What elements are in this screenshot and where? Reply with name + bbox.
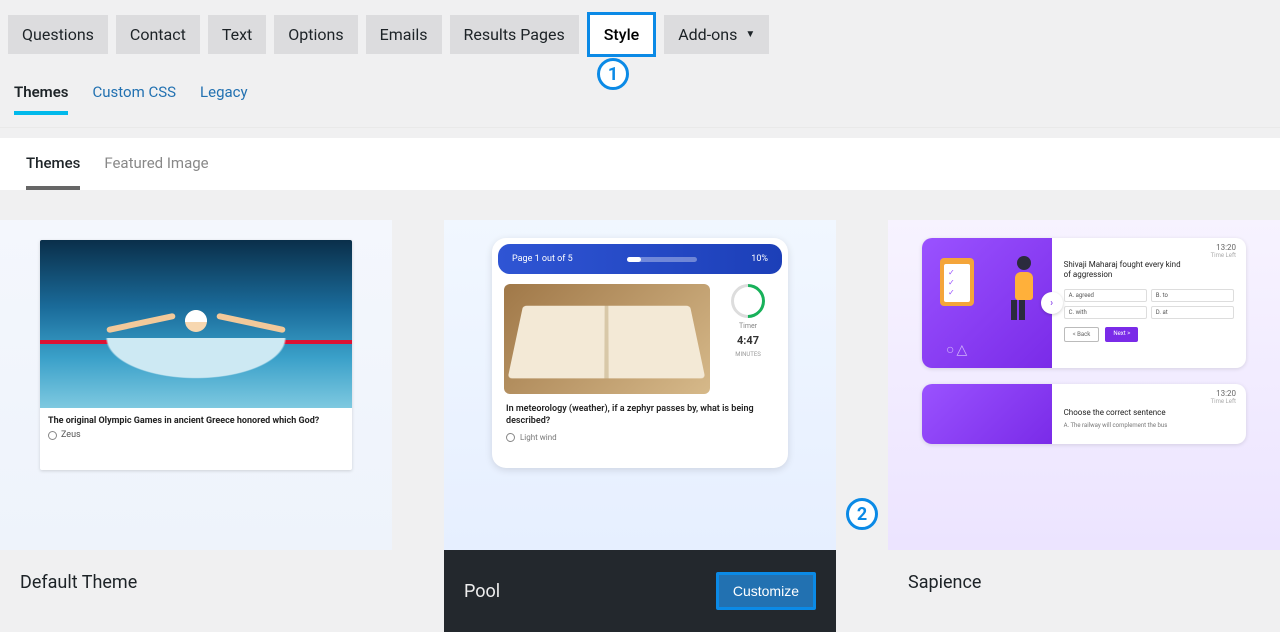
theme-card-pool[interactable]: Page 1 out of 5 10% Timer 4:47 MINUTES I… [444,220,836,550]
shapes-icon: ○△ [946,341,969,358]
theme-card-sapience[interactable]: ○△ › 13:20Time Left Shivaji Maharaj foug… [888,220,1280,550]
customize-button[interactable]: Customize [716,572,816,610]
preview-option: A. agreed [1064,289,1147,302]
preview-option: Zeus [40,426,352,444]
preview-time: 13:20Time Left [1211,244,1236,259]
theme-preview-default: The original Olympic Games in ancient Gr… [0,220,392,550]
timer-value: 4:47 [737,334,759,347]
preview-question-text: In meteorology (weather), if a zephyr pa… [492,404,788,427]
panel-tab-bar: Themes Featured Image [0,138,1280,190]
theme-title-sapience: Sapience [888,550,1280,615]
progress-bar-icon [627,257,697,262]
preview-option: D. at [1151,306,1234,319]
back-button: < Back [1064,327,1100,342]
subtab-themes[interactable]: Themes [14,83,68,115]
tab-style[interactable]: Style [587,12,657,57]
preview-percent: 10% [751,254,768,264]
preview-option: Light wind [492,427,788,448]
preview-progress-header: Page 1 out of 5 10% [498,244,782,274]
annotation-2: 2 [846,498,878,530]
sapience-preview-card-2: 13:20Time Left Choose the correct senten… [922,384,1246,444]
theme-title-default: Default Theme [0,550,392,615]
chevron-down-icon: ▼ [745,29,755,40]
preview-question-text: Shivaji Maharaj fought every kind of agg… [1064,260,1184,281]
tab-emails[interactable]: Emails [366,15,442,54]
preview-option: A. The railway will complement the bus [1064,422,1234,429]
subtab-custom-css[interactable]: Custom CSS [92,83,176,115]
panel-tab-themes[interactable]: Themes [26,154,80,190]
theme-title-pool: Pool [464,581,500,602]
radio-icon [506,433,515,442]
timer-unit: MINUTES [735,351,761,358]
clipboard-icon [940,258,974,306]
preview-nav: < Back Next > [1064,327,1234,342]
main-tab-bar: Questions Contact Text Options Emails Re… [0,0,1280,65]
theme-card-grid: The original Olympic Games in ancient Gr… [0,190,1280,550]
next-button: Next > [1105,327,1138,342]
theme-preview-sapience: ○△ › 13:20Time Left Shivaji Maharaj foug… [888,220,1280,550]
tab-addons[interactable]: Add-ons ▼ [664,15,769,54]
preview-options: A. agreed B. to C. with D. at [1064,289,1234,319]
tab-text[interactable]: Text [208,15,266,54]
preview-option: B. to [1151,289,1234,302]
preview-option-label: Zeus [61,430,81,440]
theme-card-default[interactable]: The original Olympic Games in ancient Gr… [0,220,392,550]
subtab-legacy[interactable]: Legacy [200,83,248,115]
sapience-preview-card-1: ○△ › 13:20Time Left Shivaji Maharaj foug… [922,238,1246,368]
tab-addons-label: Add-ons [678,25,737,44]
preview-question-text: The original Olympic Games in ancient Gr… [40,408,352,426]
book-image [504,284,710,394]
theme-footer-pool: Pool Customize [444,550,836,632]
timer-ring-icon [724,277,772,325]
themes-panel: Themes Featured Image [0,138,1280,190]
swimmer-image [40,240,352,408]
panel-tab-featured-image[interactable]: Featured Image [104,154,208,190]
style-subtabs: Themes Custom CSS Legacy [0,65,1280,128]
timer-label: Timer [739,322,757,330]
annotation-1: 1 [597,58,629,90]
preview-option-label: Light wind [520,433,557,442]
preview-timer: Timer 4:47 MINUTES [720,284,776,394]
preview-time: 13:20Time Left [1211,390,1236,405]
person-icon [1010,256,1038,316]
preview-option: C. with [1064,306,1147,319]
preview-page-label: Page 1 out of 5 [512,254,573,264]
tab-options[interactable]: Options [274,15,357,54]
theme-preview-pool: Page 1 out of 5 10% Timer 4:47 MINUTES I… [444,220,836,550]
tab-results-pages[interactable]: Results Pages [450,15,579,54]
preview-question-text: Choose the correct sentence [1064,408,1184,418]
radio-icon [48,431,57,440]
tab-questions[interactable]: Questions [8,15,108,54]
tab-contact[interactable]: Contact [116,15,200,54]
